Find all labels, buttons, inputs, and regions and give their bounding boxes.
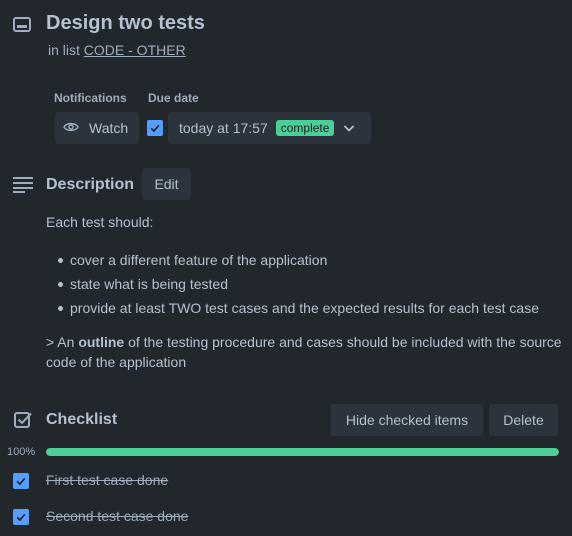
checklist-progress-bar	[46, 448, 559, 456]
due-date-complete-checkbox[interactable]	[147, 120, 163, 136]
card-icon	[12, 14, 32, 34]
checkmark-icon	[16, 477, 26, 486]
eye-icon	[63, 119, 79, 138]
checklist-item-checkbox[interactable]	[13, 473, 29, 489]
checklist-item[interactable]: Second test case done	[46, 508, 188, 524]
description-bullet-list: cover a different feature of the applica…	[56, 248, 539, 320]
quote-prefix: > An	[46, 334, 79, 350]
progress-percent: 100%	[7, 446, 36, 458]
description-icon	[12, 175, 34, 193]
checklist-icon	[13, 410, 33, 430]
list-item: cover a different feature of the applica…	[56, 248, 539, 272]
delete-checklist-button[interactable]: Delete	[489, 404, 558, 436]
list-name-link[interactable]: CODE - OTHER	[84, 42, 186, 58]
quote-rest: of the testing procedure and cases shoul…	[46, 334, 562, 370]
edit-description-button[interactable]: Edit	[142, 168, 191, 200]
watch-button[interactable]: Watch	[55, 112, 139, 144]
checklist-heading[interactable]: Checklist	[46, 411, 117, 429]
list-item: state what is being tested	[56, 272, 539, 296]
description-quote: > An outline of the testing procedure an…	[46, 332, 566, 372]
checkmark-icon	[150, 124, 160, 133]
hide-checked-items-button[interactable]: Hide checked items	[331, 404, 483, 436]
status-badge: complete	[275, 120, 335, 136]
list-breadcrumb: in list CODE - OTHER	[48, 42, 186, 58]
in-list-prefix: in list	[48, 42, 80, 58]
checklist-item-checkbox[interactable]	[13, 509, 29, 525]
list-item: provide at least TWO test cases and the …	[56, 296, 539, 320]
chevron-down-icon	[342, 121, 356, 135]
checklist-item[interactable]: First test case done	[46, 472, 168, 488]
watch-label: Watch	[89, 120, 129, 136]
due-date-value: today at 17:57	[179, 120, 268, 136]
due-date-button[interactable]: today at 17:57 complete	[168, 112, 371, 144]
due-date-label: Due date	[148, 91, 199, 105]
card-title[interactable]: Design two tests	[46, 12, 205, 35]
progress-fill	[46, 448, 559, 456]
description-intro: Each test should:	[46, 214, 154, 230]
checkmark-icon	[16, 513, 26, 522]
quote-bold: outline	[78, 334, 125, 350]
notifications-label: Notifications	[54, 91, 127, 105]
description-heading: Description	[46, 176, 135, 193]
